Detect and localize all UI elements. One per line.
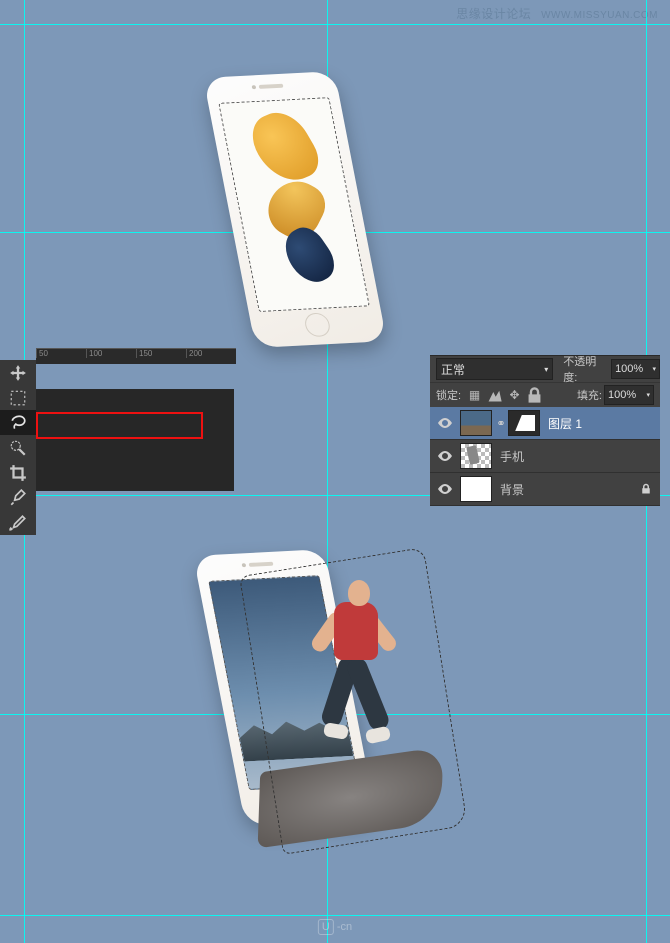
visibility-toggle-icon[interactable] [430,415,460,431]
layer-mask-thumbnail[interactable] [508,410,540,436]
layer-thumbnail[interactable] [460,476,492,502]
move-tool[interactable] [0,360,36,385]
layer-row[interactable]: 手机 [430,440,660,473]
watermark-cn: 思缘设计论坛 [456,7,531,21]
layers-panel-top-row: 正常 ▾ 不透明度: 100% ▾ [430,356,660,382]
flyout-backdrop [36,389,234,491]
guide-horizontal[interactable] [0,915,670,916]
horizontal-ruler: 50100150200 [36,348,236,364]
brush-tool[interactable] [0,510,36,535]
phone-camera-dot [241,563,246,567]
chevron-down-icon: ▾ [652,365,656,373]
lock-label: 锁定: [436,387,461,403]
layer-name[interactable]: 图层 1 [542,415,582,432]
layers-panel-lock-row: 锁定: ▦ ✥ 填充: 100% ▾ [430,382,660,407]
phone-screen-selection [218,97,370,312]
layer-thumbnail[interactable] [460,443,492,469]
fill-input[interactable]: 100% ▾ [604,385,654,405]
opacity-label: 不透明度: [563,353,609,385]
fish-fin-gold-1 [242,105,327,190]
lock-position-icon[interactable]: ✥ [505,386,524,404]
opacity-input[interactable]: 100% ▾ [611,359,660,379]
eyedropper-tool[interactable] [0,485,36,510]
layer-row[interactable]: ⚭ 图层 1 [430,407,660,440]
layers-list: ⚭ 图层 1 手机背景 [430,407,660,506]
ruler-tick: 50 [36,349,86,358]
home-button-icon [303,312,332,337]
ucn-logo: U -cn [318,919,352,935]
fill-value: 100% [608,389,636,401]
lock-icon [640,483,652,495]
quick-select-tool[interactable] [0,435,36,460]
lock-transparent-icon[interactable]: ▦ [465,386,484,404]
chevron-down-icon: ▾ [544,365,548,374]
ruler-tick: 200 [186,349,236,358]
ruler-tick: 100 [86,349,136,358]
phone-speaker [249,562,274,567]
phone-mockup-1 [203,71,387,348]
lock-image-icon[interactable] [485,386,504,404]
site-watermark: 思缘设计论坛 WWW.MISSYUAN.COM [456,5,658,22]
layer-thumbnail[interactable] [460,410,492,436]
layer-name[interactable]: 背景 [494,481,524,498]
layer-name[interactable]: 手机 [494,448,524,465]
visibility-toggle-icon[interactable] [430,481,460,497]
opacity-value: 100% [615,363,643,375]
layers-panel: 正常 ▾ 不透明度: 100% ▾ 锁定: ▦ ✥ 填充: 100% ▾ ⚭ 图层… [430,355,660,506]
ucn-logo-icon: U [318,919,334,935]
layer-row[interactable]: 背景 [430,473,660,506]
visibility-toggle-icon[interactable] [430,448,460,464]
marquee-tool[interactable] [0,385,36,410]
chevron-down-icon: ▾ [646,391,650,399]
fill-label: 填充: [577,387,602,403]
ruler-tick: 150 [136,349,186,358]
phone-camera-dot [251,85,256,89]
ucn-logo-suffix: -cn [337,921,352,933]
tools-panel [0,360,36,535]
link-icon[interactable]: ⚭ [494,417,508,430]
lasso-tool[interactable] [0,410,36,435]
watermark-url: WWW.MISSYUAN.COM [541,10,658,21]
guide-horizontal[interactable] [0,24,670,25]
phone-speaker [259,84,284,89]
blend-mode-value: 正常 [441,361,465,378]
crop-tool[interactable] [0,460,36,485]
lock-all-icon[interactable] [525,386,544,404]
blend-mode-dropdown[interactable]: 正常 ▾ [436,358,553,380]
